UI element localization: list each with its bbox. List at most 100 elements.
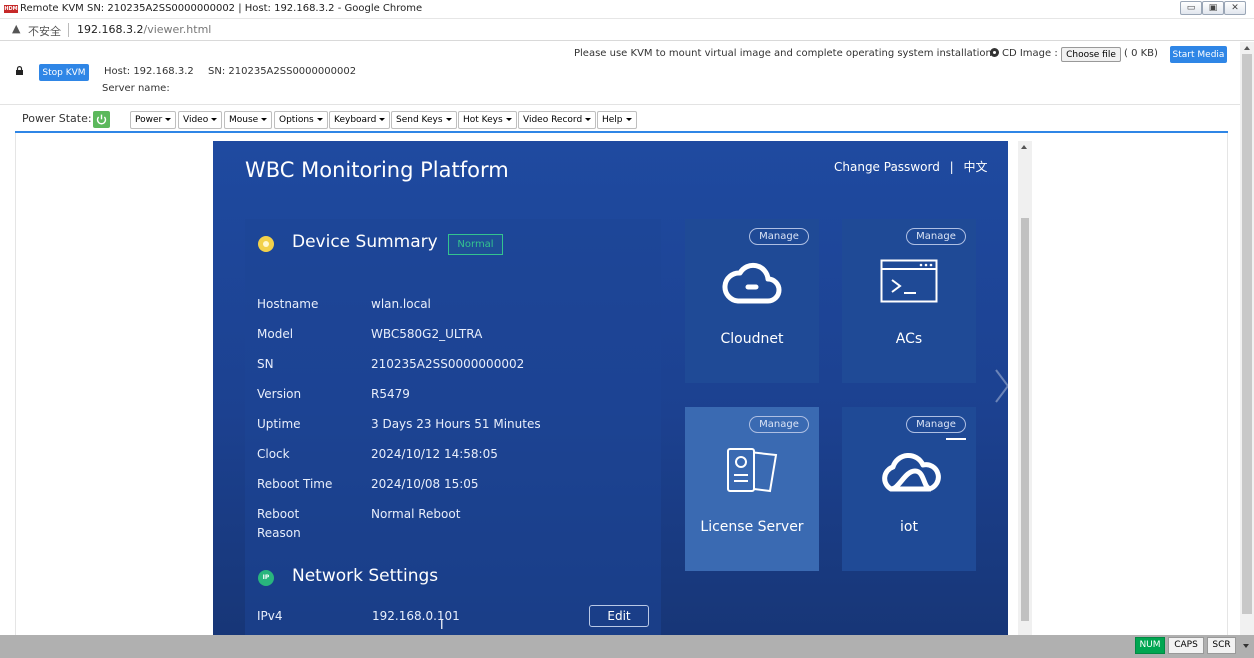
sn-label: SN — [257, 357, 274, 371]
tile-label: Cloudnet — [720, 331, 784, 347]
caret-down-icon — [379, 118, 386, 121]
model-label: Model — [257, 327, 294, 341]
viewer-scrollbar[interactable] — [1018, 141, 1032, 635]
uptime-label: Uptime — [257, 417, 301, 431]
cloud-link-icon — [722, 262, 782, 304]
cursor-underline — [946, 438, 966, 440]
caret-down-icon — [261, 118, 268, 121]
stop-kvm-button[interactable]: Stop KVM — [39, 64, 89, 81]
scroll-lock-indicator: SCR — [1207, 637, 1236, 654]
lock-icon — [16, 66, 23, 75]
reboot-reason-label: Reboot Reason — [257, 507, 301, 540]
close-button[interactable]: ✕ — [1224, 1, 1246, 15]
minimize-button[interactable]: ▭ — [1180, 1, 1202, 15]
warning-icon[interactable]: ▲ — [12, 22, 20, 35]
reboot-reason-value: Normal Reboot — [371, 507, 461, 521]
model-value: WBC580G2_ULTRA — [371, 327, 483, 341]
tile-cloudnet[interactable]: Manage Cloudnet — [685, 219, 819, 383]
maximize-button[interactable]: ▣ — [1202, 1, 1224, 15]
clock-label: Clock — [257, 447, 290, 461]
insecure-label[interactable]: 不安全 — [28, 23, 61, 39]
reboot-time-label: Reboot Time — [257, 477, 333, 491]
edit-network-button[interactable]: Edit — [589, 605, 649, 627]
caret-down-icon — [211, 118, 218, 121]
address-bar[interactable]: ▲ 不安全 192.168.3.2/viewer.html — [0, 20, 1254, 41]
tile-iot[interactable]: Manage iot — [842, 407, 976, 571]
choose-file-button[interactable]: Choose file — [1061, 47, 1121, 62]
language-switch-link[interactable]: 中文 — [964, 160, 988, 174]
caret-down-icon — [445, 118, 452, 121]
tile-acs[interactable]: Manage ACs — [842, 219, 976, 383]
browser-title-bar: HDM Remote KVM SN: 210235A2SS0000000002 … — [0, 0, 1254, 19]
scrollbar-thumb[interactable] — [1021, 218, 1029, 621]
caret-down-icon — [505, 118, 512, 121]
ipv4-value: 192.168.0.101 — [372, 609, 460, 623]
scroll-up-arrow-icon[interactable] — [1021, 145, 1027, 149]
caret-down-icon — [625, 118, 632, 121]
clock-value: 2024/10/12 14:58:05 — [371, 447, 498, 461]
network-settings-title: Network Settings — [292, 566, 439, 586]
status-bar: NUM CAPS SCR — [0, 635, 1254, 658]
summary-status-icon — [258, 236, 274, 252]
uptime-value: 3 Days 23 Hours 51 Minutes — [371, 417, 541, 431]
caret-down-icon — [585, 118, 592, 121]
sn-text: SN: 210235A2SS0000000002 — [208, 66, 357, 77]
ipv4-label: IPv4 — [257, 609, 283, 623]
device-summary-title: Device Summary — [292, 232, 438, 252]
tile-label: ACs — [895, 331, 923, 347]
terminal-window-icon — [880, 259, 938, 303]
menu-power[interactable]: Power — [130, 111, 177, 129]
manage-button[interactable]: Manage — [906, 416, 966, 433]
manage-button[interactable]: Manage — [749, 416, 809, 433]
reboot-time-value: 2024/10/08 15:05 — [371, 477, 479, 491]
tile-label: iot — [900, 519, 918, 535]
scroll-down-arrow-icon[interactable] — [1243, 644, 1249, 648]
hostname-label: Hostname — [257, 297, 319, 311]
manage-button[interactable]: Manage — [906, 228, 966, 245]
window-title: Remote KVM SN: 210235A2SS0000000002 | Ho… — [20, 3, 423, 14]
version-label: Version — [257, 387, 302, 401]
address-divider — [68, 23, 69, 37]
menu-send-keys[interactable]: Send Keys — [391, 111, 457, 129]
top-links: Change Password | 中文 — [834, 158, 988, 175]
remote-screen[interactable]: WBC Monitoring Platform Change Password … — [213, 141, 1008, 635]
scroll-up-arrow-icon[interactable] — [1244, 46, 1250, 50]
url-text[interactable]: 192.168.3.2/viewer.html — [77, 23, 211, 36]
tile-label: License Server — [700, 519, 804, 535]
change-password-link[interactable]: Change Password — [834, 160, 940, 174]
version-value: R5479 — [371, 387, 410, 401]
cd-image-label: CD Image : — [990, 48, 1058, 59]
text-cursor-icon: I — [440, 618, 444, 632]
menu-mouse[interactable]: Mouse — [224, 111, 273, 129]
caret-down-icon — [316, 118, 323, 121]
server-name-label: Server name: — [102, 83, 170, 94]
sn-value: 210235A2SS0000000002 — [371, 357, 525, 371]
menu-help[interactable]: Help — [597, 111, 637, 129]
file-size-text: ( 0 KB) — [1124, 48, 1158, 59]
kvm-header: Stop KVM Host: 192.168.3.2 SN: 210235A2S… — [0, 42, 1240, 104]
cd-icon — [990, 48, 999, 57]
status-badge: Normal — [448, 234, 503, 255]
notice-text: Please use KVM to mount virtual image an… — [574, 48, 996, 59]
manage-button[interactable]: Manage — [749, 228, 809, 245]
license-document-icon — [727, 448, 778, 493]
menu-options[interactable]: Options — [274, 111, 328, 129]
platform-title: WBC Monitoring Platform — [245, 158, 509, 182]
kvm-logo-icon: HDM — [4, 5, 18, 13]
hostname-value: wlan.local — [371, 297, 431, 311]
menu-hot-keys[interactable]: Hot Keys — [458, 111, 517, 129]
page-scrollbar-thumb[interactable] — [1242, 54, 1252, 614]
lang-separator: | — [949, 160, 954, 174]
menu-keyboard[interactable]: Keyboard — [329, 111, 391, 129]
next-arrow-icon[interactable] — [994, 368, 1008, 404]
caret-down-icon — [165, 118, 172, 121]
num-lock-indicator: NUM — [1135, 637, 1165, 654]
page-scrollbar[interactable] — [1240, 42, 1254, 635]
kvm-menu-bar: Power State: Power Video Mouse Options K… — [0, 104, 1240, 134]
start-media-button[interactable]: Start Media — [1170, 46, 1227, 63]
menu-video[interactable]: Video — [178, 111, 223, 129]
menu-video-record[interactable]: Video Record — [518, 111, 597, 129]
iot-cloud-icon — [882, 453, 941, 492]
caps-lock-indicator: CAPS — [1168, 637, 1204, 654]
tile-license-server[interactable]: Manage License Server — [685, 407, 819, 571]
